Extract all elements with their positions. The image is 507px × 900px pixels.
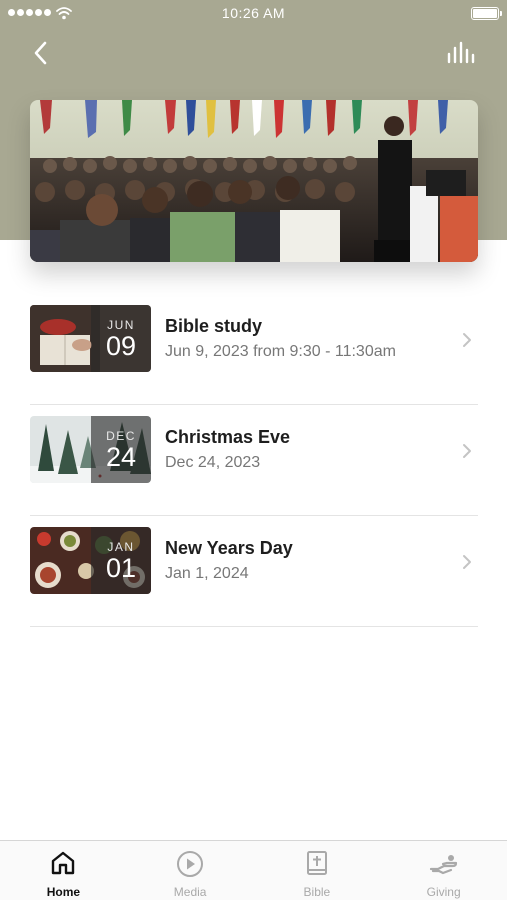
bible-icon — [306, 851, 327, 875]
status-time: 10:26 AM — [221, 5, 286, 21]
tab-giving[interactable]: Giving — [380, 841, 507, 900]
event-thumbnail: JUN 09 — [30, 305, 151, 372]
event-date-text: Jun 9, 2023 from 9:30 - 11:30am — [165, 343, 396, 360]
date-badge: JAN 01 — [91, 527, 151, 594]
list-item[interactable]: DEC 24 Christmas Eve Dec 24, 2023 — [30, 405, 478, 516]
event-list: JUN 09 Bible study Jun 9, 2023 from 9:30… — [30, 294, 478, 627]
list-item[interactable]: JUN 09 Bible study Jun 9, 2023 from 9:30… — [30, 294, 478, 405]
event-title: Christmas Eve — [165, 427, 291, 447]
tab-label: Giving — [426, 885, 461, 899]
date-month: JAN — [107, 540, 135, 554]
home-icon — [52, 851, 75, 875]
event-thumbnail: JAN 01 — [30, 527, 151, 594]
tab-bar: Home Media Bible Giving — [0, 840, 507, 900]
audio-button[interactable] — [445, 40, 477, 68]
event-title: New Years Day — [165, 538, 293, 558]
date-badge: JUN 09 — [91, 305, 151, 372]
event-date-text: Dec 24, 2023 — [165, 454, 261, 471]
chevron-right-icon — [463, 444, 471, 458]
chevron-right-icon — [463, 555, 471, 569]
status-bar: 10:26 AM — [0, 0, 507, 28]
tab-label: Bible — [303, 885, 331, 899]
event-thumbnail: DEC 24 — [30, 416, 151, 483]
tab-label: Home — [46, 885, 81, 899]
hero-image[interactable] — [30, 100, 478, 262]
date-day: 09 — [105, 331, 137, 361]
tab-label: Media — [173, 885, 207, 899]
battery-icon — [471, 7, 502, 20]
tab-media[interactable]: Media — [127, 841, 254, 900]
list-item[interactable]: JAN 01 New Years Day Jan 1, 2024 — [30, 516, 478, 627]
date-badge: DEC 24 — [91, 416, 151, 483]
event-date-text: Jan 1, 2024 — [165, 565, 249, 582]
date-month: JUN — [107, 318, 135, 332]
play-circle-icon — [177, 851, 204, 877]
audio-bars-icon — [447, 41, 475, 64]
date-month: DEC — [106, 429, 136, 443]
date-day: 01 — [105, 553, 137, 583]
tab-bible[interactable]: Bible — [254, 841, 381, 900]
church-congregation-photo — [30, 100, 478, 262]
chevron-right-icon — [463, 333, 471, 347]
date-day: 24 — [105, 442, 137, 472]
event-title: Bible study — [165, 316, 263, 336]
back-button[interactable] — [28, 38, 56, 68]
tab-home[interactable]: Home — [0, 841, 127, 900]
chevron-left-icon — [34, 41, 47, 65]
giving-hand-icon — [429, 855, 457, 875]
